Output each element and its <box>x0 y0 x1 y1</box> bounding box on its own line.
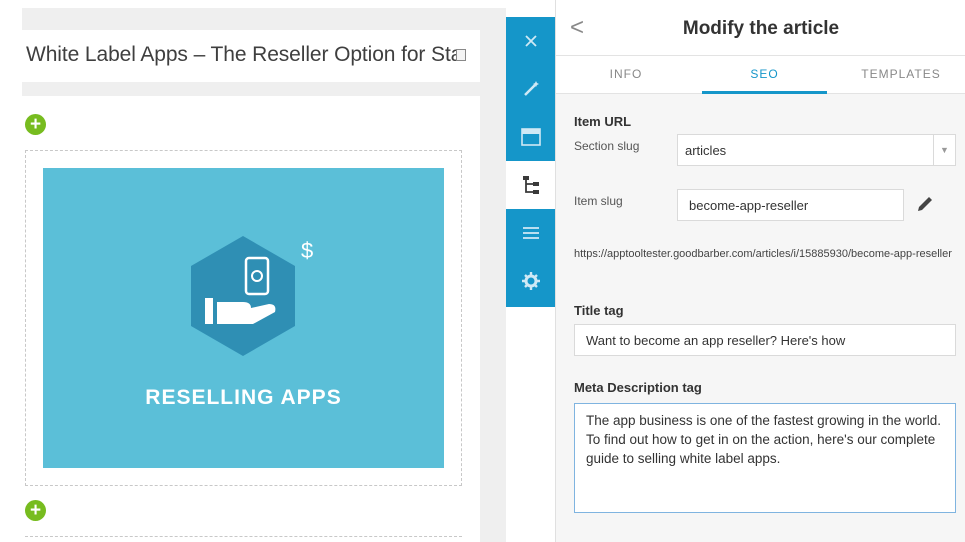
title-tag-input[interactable]: Want to become an app reseller? Here's h… <box>574 324 956 356</box>
structure-tool-button[interactable] <box>506 161 555 209</box>
list-tool-button[interactable] <box>506 209 555 257</box>
article-image[interactable]: $ RESELLING APPS <box>43 168 444 468</box>
pencil-icon[interactable] <box>915 194 935 214</box>
block-divider <box>25 536 462 537</box>
section-slug-label: Section slug <box>574 139 640 153</box>
resize-handle-icon[interactable] <box>456 49 466 61</box>
tab-info[interactable]: INFO <box>556 56 696 94</box>
settings-tool-button[interactable] <box>506 257 555 305</box>
panel-tabs: INFO SEO TEMPLATES <box>556 56 965 94</box>
title-tag-heading: Title tag <box>574 303 624 318</box>
tree-structure-icon <box>522 176 539 194</box>
add-block-button-top[interactable]: + <box>25 114 46 135</box>
image-caption: RESELLING APPS <box>145 386 342 409</box>
tab-seo[interactable]: SEO <box>702 56 827 94</box>
panel-title: Modify the article <box>682 18 840 39</box>
article-title-block[interactable]: White Label Apps – The Reseller Option f… <box>22 30 480 82</box>
article-settings-panel: < Modify the article INFO SEO TEMPLATES … <box>555 0 965 542</box>
item-slug-label: Item slug <box>574 194 623 208</box>
vertical-toolbar <box>506 17 555 307</box>
item-full-url: https://apptooltester.goodbarber.com/art… <box>574 248 952 260</box>
item-url-heading: Item URL <box>574 114 632 129</box>
meta-description-textarea[interactable]: The app business is one of the fastest g… <box>574 403 956 513</box>
chevron-down-icon[interactable]: ▼ <box>933 135 955 165</box>
design-tool-button[interactable] <box>506 65 555 113</box>
tab-templates[interactable]: TEMPLATES <box>836 56 965 94</box>
meta-description-heading: Meta Description tag <box>574 380 702 395</box>
article-title[interactable]: White Label Apps – The Reseller Option f… <box>26 43 462 67</box>
close-icon <box>524 35 537 47</box>
currency-symbol: $ <box>301 238 313 263</box>
panel-header: < Modify the article <box>556 0 965 56</box>
item-slug-input[interactable]: become-app-reseller <box>677 189 904 221</box>
add-block-button-bottom[interactable]: + <box>25 500 46 521</box>
article-editor-canvas: White Label Apps – The Reseller Option f… <box>0 0 506 542</box>
section-slug-select[interactable]: articles ▼ <box>677 134 956 166</box>
gear-icon <box>521 272 540 290</box>
layout-icon <box>520 128 541 146</box>
section-slug-value: articles <box>685 143 727 158</box>
magic-wand-icon <box>523 81 539 96</box>
reselling-apps-illustration: $ <box>191 236 313 356</box>
close-button[interactable] <box>506 17 555 65</box>
layout-tool-button[interactable] <box>506 113 555 161</box>
list-icon <box>522 227 539 239</box>
